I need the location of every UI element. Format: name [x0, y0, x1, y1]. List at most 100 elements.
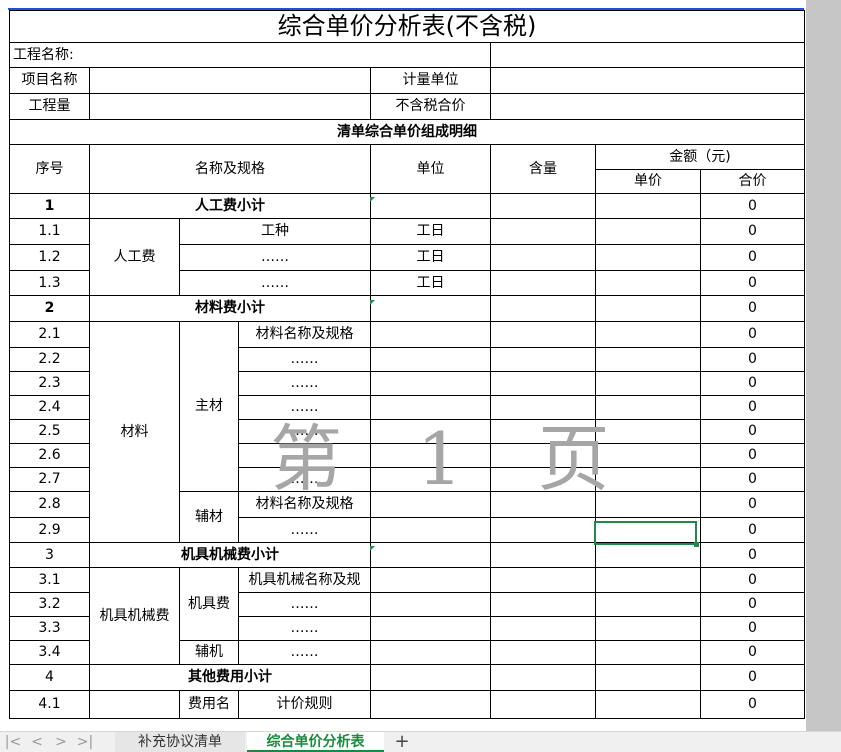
row-name[interactable]: ……	[238, 395, 371, 420]
row-no[interactable]: 3.2	[9, 592, 90, 617]
row-unit[interactable]	[370, 321, 491, 348]
row-total[interactable]: 0	[700, 419, 805, 444]
col-unit-header[interactable]: 单位	[370, 144, 491, 194]
group-labor[interactable]: 人工费	[89, 218, 180, 296]
detail-header[interactable]: 清单综合单价组成明细	[9, 119, 805, 145]
row-name[interactable]: ……	[238, 443, 371, 468]
row-unit-price[interactable]	[595, 244, 701, 271]
col-total-header[interactable]: 合价	[700, 169, 805, 194]
row-unit-price[interactable]	[595, 467, 701, 492]
row-no[interactable]: 3.1	[9, 567, 90, 593]
row-unit[interactable]	[370, 193, 491, 219]
row-name[interactable]: 材料名称及规格	[238, 491, 371, 518]
row-unit[interactable]	[370, 517, 491, 543]
quantity-value[interactable]	[89, 93, 371, 120]
row-qty[interactable]	[490, 395, 596, 420]
row-qty[interactable]	[490, 567, 596, 593]
row-name[interactable]: ……	[238, 347, 371, 372]
row-qty[interactable]	[490, 443, 596, 468]
row-name[interactable]: ……	[179, 270, 371, 296]
row-total[interactable]: 0	[700, 371, 805, 396]
next-sheet-icon[interactable]: >	[50, 732, 72, 752]
row-unit[interactable]	[370, 295, 491, 322]
row-no[interactable]: 3.3	[9, 616, 90, 641]
row-no[interactable]: 2.4	[9, 395, 90, 420]
row-qty[interactable]	[490, 542, 596, 568]
row-unit-price[interactable]	[595, 395, 701, 420]
row-unit[interactable]: 工日	[370, 244, 491, 271]
row-total[interactable]: 0	[700, 467, 805, 492]
row-qty[interactable]	[490, 193, 596, 219]
row-name[interactable]: 材料名称及规格	[238, 321, 371, 348]
row-total[interactable]: 0	[700, 542, 805, 568]
row-unit[interactable]	[370, 592, 491, 617]
row-unit-price[interactable]	[595, 270, 701, 296]
row-unit-price[interactable]	[595, 347, 701, 372]
row-no[interactable]: 2.9	[9, 517, 90, 543]
row-name[interactable]: 材料费小计	[89, 295, 371, 322]
row-unit[interactable]	[370, 419, 491, 444]
row-unit[interactable]	[370, 443, 491, 468]
row-qty[interactable]	[490, 690, 596, 719]
row-total[interactable]: 0	[700, 567, 805, 593]
row-total[interactable]: 0	[700, 193, 805, 219]
col-amount-header[interactable]: 金额（元)	[595, 144, 805, 170]
row-name[interactable]: 其他费用小计	[89, 664, 371, 691]
row-no[interactable]: 2	[9, 295, 90, 322]
row-name[interactable]: 工种	[179, 218, 371, 245]
row-qty[interactable]	[490, 295, 596, 322]
row-no[interactable]: 2.5	[9, 419, 90, 444]
row-no[interactable]: 3	[9, 542, 90, 568]
row-unit[interactable]	[370, 347, 491, 372]
row-unit[interactable]	[370, 542, 491, 568]
row-no[interactable]: 1	[9, 193, 90, 219]
row-total[interactable]: 0	[700, 295, 805, 322]
row-total[interactable]: 0	[700, 395, 805, 420]
item-name-value[interactable]	[89, 67, 371, 94]
row-unit[interactable]	[370, 467, 491, 492]
row-qty[interactable]	[490, 616, 596, 641]
row-unit-price[interactable]	[595, 491, 701, 518]
row-qty[interactable]	[490, 419, 596, 444]
row-qty[interactable]	[490, 517, 596, 543]
row-unit-price[interactable]	[595, 321, 701, 348]
row-unit[interactable]	[370, 690, 491, 719]
row-unit-price[interactable]	[595, 295, 701, 322]
row-qty[interactable]	[490, 244, 596, 271]
row-total[interactable]: 0	[700, 690, 805, 719]
row-total[interactable]: 0	[700, 664, 805, 691]
row-name[interactable]: ……	[179, 244, 371, 271]
last-sheet-icon[interactable]: >|	[74, 732, 96, 752]
sheet-title[interactable]: 综合单价分析表(不含税)	[9, 10, 805, 43]
group-material[interactable]: 材料	[89, 321, 180, 543]
row-unit[interactable]: 工日	[370, 218, 491, 245]
row-total[interactable]: 0	[700, 218, 805, 245]
row-name[interactable]: ……	[238, 467, 371, 492]
row-total[interactable]: 0	[700, 592, 805, 617]
row-no[interactable]: 2.3	[9, 371, 90, 396]
row-unit-price[interactable]	[595, 193, 701, 219]
row-total[interactable]: 0	[700, 517, 805, 543]
row-total[interactable]: 0	[700, 616, 805, 641]
unit-value[interactable]	[490, 67, 805, 94]
col-qty-header[interactable]: 含量	[490, 144, 596, 194]
row-no[interactable]: 4.1	[9, 690, 90, 719]
row-unit[interactable]	[370, 640, 491, 665]
row-qty[interactable]	[490, 664, 596, 691]
row-total[interactable]: 0	[700, 270, 805, 296]
row-total[interactable]: 0	[700, 491, 805, 518]
row-total[interactable]: 0	[700, 640, 805, 665]
project-name-value[interactable]	[490, 42, 805, 68]
price-label[interactable]: 不含税合价	[370, 93, 491, 120]
col-unit-price-header[interactable]: 单价	[595, 169, 701, 194]
row-unit[interactable]	[370, 491, 491, 518]
sub-tool-fee[interactable]: 机具费	[179, 567, 239, 641]
row-unit[interactable]	[370, 616, 491, 641]
row-unit-price[interactable]	[595, 371, 701, 396]
row-name[interactable]: ……	[238, 517, 371, 543]
row-qty[interactable]	[490, 371, 596, 396]
add-sheet-button[interactable]: +	[392, 732, 412, 752]
row-qty[interactable]	[490, 218, 596, 245]
row-qty[interactable]	[490, 640, 596, 665]
col-name-header[interactable]: 名称及规格	[89, 144, 371, 194]
